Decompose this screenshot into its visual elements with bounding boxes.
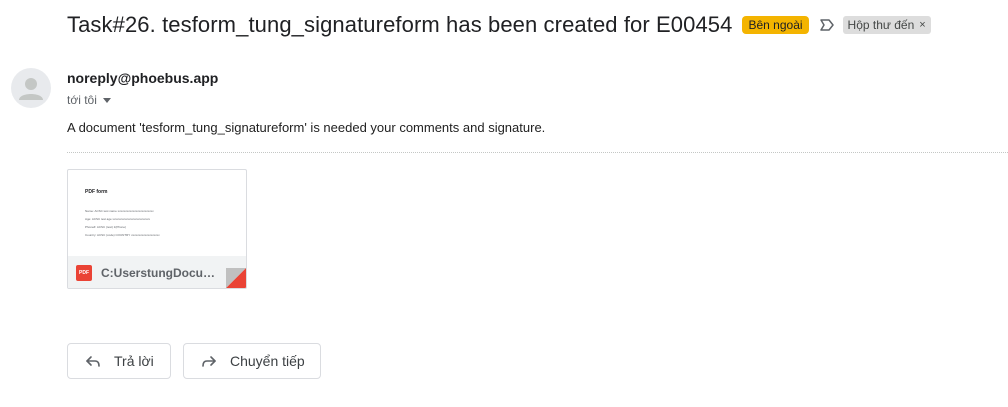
preview-title: PDF form [85, 189, 108, 195]
sender-avatar[interactable] [11, 68, 51, 108]
forward-button[interactable]: Chuyển tiếp [183, 343, 321, 379]
email-subject: Task#26. tesform_tung_signatureform has … [67, 12, 733, 37]
preview-line: Age: ACSC test age xxxxxxxxxxxxxxxxxxxxx… [85, 217, 151, 221]
sender-email[interactable]: noreply@phoebus.app [67, 70, 218, 86]
inbox-label-text: Hộp thư đến [847, 18, 915, 32]
recipient-text: tới tôi [67, 93, 97, 107]
preview-line: Phone#: ACSC (test) 1(Phone) [85, 225, 127, 229]
attachment-footer: PDF C:UserstungDocuments [68, 256, 246, 288]
attachment-preview: PDF form Name: ACSC test name xxxxxxxxxx… [68, 170, 246, 256]
recipient-line[interactable]: tới tôi [67, 93, 111, 107]
attachment-filename: C:UserstungDocuments [101, 265, 219, 280]
forward-arrow-icon [202, 356, 216, 367]
reply-label: Trả lời [114, 353, 154, 369]
page-fold-corner-icon [226, 268, 246, 288]
external-label[interactable]: Bên ngoài [742, 16, 809, 34]
forward-label: Chuyển tiếp [230, 353, 305, 369]
attachment-card[interactable]: PDF form Name: ACSC test name xxxxxxxxxx… [67, 169, 247, 289]
remove-label-icon[interactable]: × [919, 18, 925, 32]
person-icon [19, 78, 43, 100]
preview-line: Name: ACSC test name xxxxxxxxxxxxxxxxxxx… [85, 209, 154, 213]
subject-row: Task#26. tesform_tung_signatureform has … [67, 12, 931, 38]
reply-button[interactable]: Trả lời [67, 343, 171, 379]
attachments-divider [67, 152, 1008, 153]
pdf-icon: PDF [76, 264, 92, 281]
reply-arrow-icon [86, 356, 100, 367]
recipient-details-caret-icon[interactable] [102, 97, 111, 103]
inbox-label[interactable]: Hộp thư đến × [842, 16, 931, 34]
preview-line: Country: ACSC (code) COUNTRY xxxxxxxxxxx… [85, 233, 160, 237]
email-body: A document 'tesform_tung_signatureform' … [67, 120, 546, 135]
important-marker-icon[interactable] [819, 17, 835, 33]
